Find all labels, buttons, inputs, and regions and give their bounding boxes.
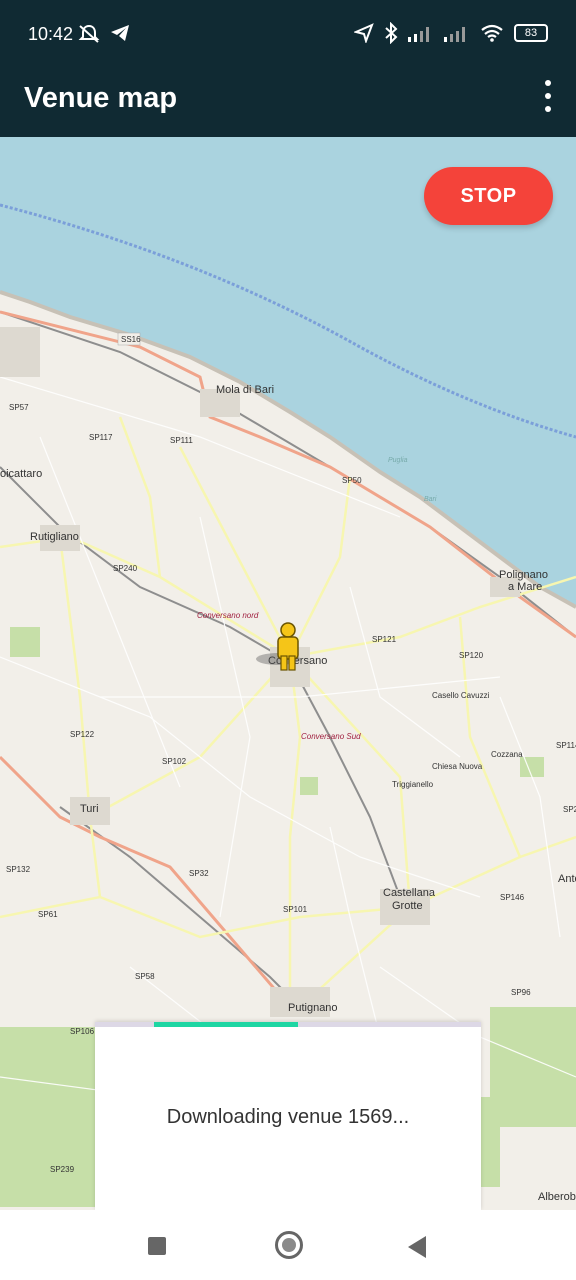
road-label-sp120: SP120 <box>459 651 484 660</box>
place-label-conversano-nord: Conversano nord <box>197 611 259 620</box>
place-label-grotte: Grotte <box>392 900 423 912</box>
road-label-ss16: SS16 <box>121 335 141 344</box>
signal-icon <box>408 27 429 42</box>
road-label-sp146: SP146 <box>500 893 525 902</box>
dialog-message: Downloading venue 1569... <box>166 1106 410 1128</box>
place-label-polignano: Polignano <box>499 569 548 581</box>
coast-label-puglia: Puglia <box>388 457 408 464</box>
place-label-castellana: Castellana <box>383 887 436 899</box>
battery-icon: 83 <box>514 24 548 42</box>
wifi-icon <box>481 24 503 42</box>
road-label-sp239: SP239 <box>50 1165 75 1174</box>
road-label-sp50: SP50 <box>342 476 362 485</box>
progress-indicator <box>154 1022 298 1027</box>
navigation-bar <box>0 1210 576 1280</box>
page-title: Venue map <box>24 82 178 114</box>
telegram-icon <box>111 25 129 41</box>
road-label-sp102: SP102 <box>162 757 187 766</box>
place-label-chiesa: Chiesa Nuova <box>432 762 483 771</box>
overflow-menu-icon[interactable] <box>538 80 558 112</box>
road-label-sp121: SP121 <box>372 635 397 644</box>
status-left-icons <box>78 24 130 44</box>
road-label-sp96: SP96 <box>511 988 531 997</box>
road-label-sp106: SP106 <box>70 1027 95 1036</box>
road-label-sp101: SP101 <box>283 905 308 914</box>
road-label-sp57: SP57 <box>9 403 29 412</box>
road-label-sp32: SP32 <box>189 869 209 878</box>
location-icon <box>354 23 374 43</box>
place-label-polignano-2: a Mare <box>508 581 542 593</box>
road-label-sp58: SP58 <box>135 972 155 981</box>
place-label-anto: Anto <box>558 873 576 885</box>
back-icon[interactable] <box>408 1236 426 1258</box>
place-label-noicattaro: oicattaro <box>0 468 42 480</box>
signal-icon <box>444 27 465 42</box>
coast-label-bari: Bari <box>424 496 437 503</box>
road-label-sp240: SP240 <box>113 564 138 573</box>
road-label-sp114: SP114 <box>556 741 576 750</box>
place-label-conversano-sud: Conversano Sud <box>301 732 361 741</box>
place-label-putignano: Putignano <box>288 1002 338 1014</box>
place-label-turi: Turi <box>80 803 99 815</box>
home-icon[interactable] <box>275 1231 303 1259</box>
place-label-alberobello: Alberob <box>538 1191 576 1203</box>
recents-icon[interactable] <box>148 1237 166 1255</box>
road-label-sp117: SP117 <box>89 433 113 442</box>
place-label-mola: Mola di Bari <box>216 384 274 396</box>
place-label-cozzana: Cozzana <box>491 750 523 759</box>
app-bar: Venue map <box>0 56 576 137</box>
mute-icon <box>78 24 100 43</box>
status-bar: 10:42 83 <box>0 0 576 56</box>
download-dialog: Downloading venue 1569... <box>95 1022 481 1210</box>
road-label-sp132: SP132 <box>6 865 31 874</box>
road-label-sp61: SP61 <box>38 910 58 919</box>
place-label-triggianello: Triggianello <box>392 780 434 789</box>
road-label-sp111: SP111 <box>170 436 193 445</box>
progress-bar <box>95 1022 481 1027</box>
road-label-sp122: SP122 <box>70 730 95 739</box>
stop-button[interactable]: STOP <box>424 167 553 225</box>
place-label-casello: Casello Cavuzzi <box>432 691 490 700</box>
bluetooth-icon <box>385 22 398 44</box>
place-label-rutigliano: Rutigliano <box>30 531 79 543</box>
status-time: 10:42 <box>28 24 74 44</box>
road-label-sp2: SP2 <box>563 805 576 814</box>
status-right-icons: 83 <box>354 22 548 44</box>
